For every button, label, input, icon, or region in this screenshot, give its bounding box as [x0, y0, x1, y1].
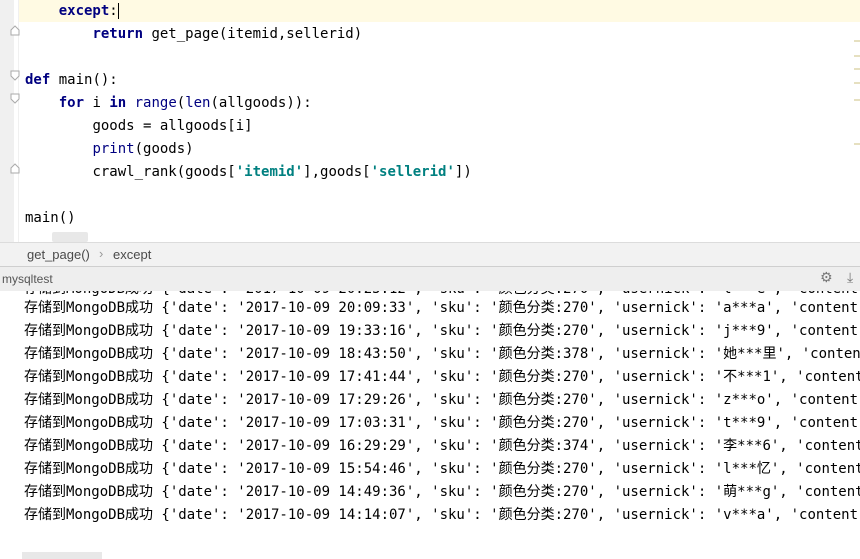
fold-start-icon[interactable] [10, 93, 20, 105]
gutter-separator [18, 0, 19, 242]
code-token: (goods) [134, 141, 194, 157]
console-line: 存储到MongoDB成功 {'date': '2017-10-09 18:43:… [24, 346, 860, 362]
code-line: except: [25, 1, 119, 21]
code-token: ( [176, 95, 186, 111]
code-builtin: range [134, 95, 177, 111]
console-horizontal-scrollbar[interactable] [22, 552, 102, 559]
console-line: 存储到MongoDB成功 {'date': '2017-10-09 19:33:… [24, 323, 860, 339]
console-output[interactable]: 存储到MongoDB成功 {'date': '2017-10-09 20:25:… [0, 291, 860, 559]
code-token: ]) [454, 164, 472, 180]
text-caret [117, 3, 119, 19]
error-stripe-marker [854, 68, 860, 70]
run-panel-header: mysqltest ⚙ ⤓ [0, 266, 860, 292]
code-line: print(goods) [25, 139, 194, 159]
code-token: ],goods[ [303, 164, 371, 180]
console-line: 存储到MongoDB成功 {'date': '2017-10-09 14:49:… [24, 484, 860, 500]
editor-horizontal-scrollbar[interactable] [52, 232, 88, 242]
code-token: : [109, 3, 118, 19]
code-keyword: in [109, 95, 127, 111]
code-line: def main(): [25, 70, 118, 90]
code-keyword: def [25, 72, 51, 88]
error-stripe-marker [854, 40, 860, 42]
code-token: main(): [50, 72, 118, 88]
error-stripe-marker [854, 99, 860, 101]
code-keyword: for [58, 95, 85, 111]
code-line: return get_page(itemid,sellerid) [25, 24, 362, 44]
minimize-icon[interactable]: ⤓ [847, 270, 853, 286]
code-token: main() [25, 210, 76, 226]
code-line: for i in range(len(allgoods)): [25, 93, 312, 113]
code-keyword: except [58, 3, 110, 19]
breadcrumb: get_page() › except [0, 242, 860, 267]
code-line: main() [25, 208, 76, 228]
error-stripe-marker [854, 143, 860, 145]
fold-end-icon[interactable] [10, 24, 20, 36]
console-line: 存储到MongoDB成功 {'date': '2017-10-09 20:09:… [24, 300, 860, 316]
breadcrumb-separator: › [99, 246, 104, 261]
code-editor[interactable]: except: return get_page(itemid,sellerid)… [0, 0, 860, 242]
breadcrumb-item-except[interactable]: except [113, 247, 151, 262]
code-keyword: return [92, 26, 144, 42]
fold-end-icon[interactable] [10, 162, 20, 174]
code-line: crawl_rank(goods['itemid'],goods['seller… [25, 162, 472, 182]
console-line: 存储到MongoDB成功 {'date': '2017-10-09 17:41:… [24, 369, 860, 385]
gear-icon[interactable]: ⚙ [820, 270, 833, 286]
console-line: 存储到MongoDB成功 {'date': '2017-10-09 17:03:… [24, 415, 860, 431]
error-stripe-marker [854, 82, 860, 84]
code-string: 'itemid' [235, 164, 304, 180]
code-token: (allgoods)): [210, 95, 312, 111]
fold-start-icon[interactable] [10, 70, 20, 82]
code-line: goods = allgoods[i] [25, 116, 253, 136]
code-token: goods = allgoods[i] [92, 118, 253, 134]
code-token: crawl_rank(goods[ [92, 164, 236, 180]
code-token: i [84, 95, 110, 111]
breadcrumb-item-get-page[interactable]: get_page() [27, 247, 90, 262]
code-builtin: print [92, 141, 135, 157]
code-string: 'sellerid' [370, 164, 455, 180]
code-token: get_page(itemid,sellerid) [143, 26, 363, 42]
error-stripe-marker [854, 55, 860, 57]
console-line: 存储到MongoDB成功 {'date': '2017-10-09 16:29:… [24, 438, 860, 454]
code-builtin: len [185, 95, 211, 111]
run-panel-title[interactable]: mysqltest [2, 272, 53, 286]
console-line: 存储到MongoDB成功 {'date': '2017-10-09 17:29:… [24, 392, 860, 408]
console-line: 存储到MongoDB成功 {'date': '2017-10-09 15:54:… [24, 461, 860, 477]
current-line-highlight [19, 0, 860, 22]
editor-gutter [0, 0, 14, 242]
console-line: 存储到MongoDB成功 {'date': '2017-10-09 14:14:… [24, 507, 860, 523]
